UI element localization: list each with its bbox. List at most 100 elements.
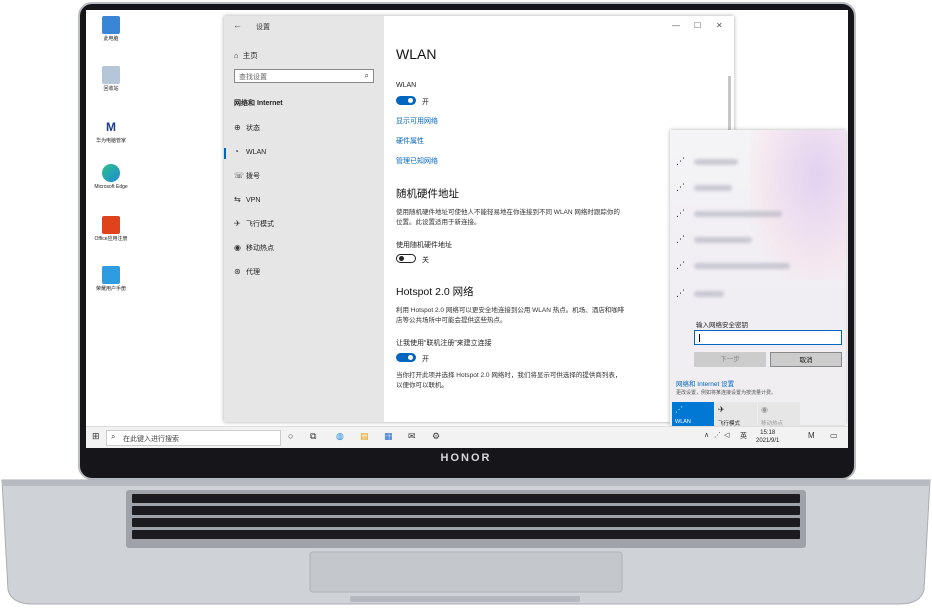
wifi-icon: ⋰ [676, 182, 685, 192]
clock[interactable]: 15:18 2021/9/1 [756, 429, 779, 445]
screen: 此电脑 回收站 M 华为电脑管家 Microsoft Edge Office应用… [86, 10, 848, 448]
desktop-icon-office[interactable]: Office应用注册 [92, 216, 130, 242]
network-item[interactable]: ⋰ [676, 256, 836, 278]
random-hw-toggle[interactable] [396, 254, 416, 263]
wlan-toggle-state: 开 [422, 99, 429, 106]
link-manage-known-networks[interactable]: 管理已知网络 [396, 156, 438, 166]
cancel-button[interactable]: 取消 [770, 352, 842, 367]
task-view-icon[interactable]: ⧉ [310, 431, 316, 442]
link-show-networks[interactable]: 显示可用网络 [396, 116, 438, 126]
random-hw-label: 使用随机硬件地址 [396, 242, 452, 249]
window-title: 设置 [256, 24, 270, 31]
wifi-icon: ⋰ [676, 260, 685, 270]
wifi-icon: ⋰ [676, 234, 685, 244]
network-item[interactable]: ⋰ [676, 230, 836, 252]
nav-selection-indicator [224, 148, 226, 159]
desktop-icon-this-pc[interactable]: 此电脑 [92, 16, 130, 42]
nav-item-dialup[interactable]: ☏ 拨号 [234, 171, 379, 185]
close-button[interactable]: ✕ [716, 21, 723, 30]
vpn-icon: ⇆ [234, 195, 241, 204]
dialup-icon: ☏ [234, 171, 245, 180]
nav-item-airplane[interactable]: ✈ 飞行模式 [234, 219, 379, 233]
security-key-input[interactable] [694, 330, 842, 345]
nav-home[interactable]: ⌂ 主页 [234, 50, 258, 61]
hotspot-label: 让我使用“联机注册”来建立连接 [396, 340, 492, 347]
cortana-icon[interactable]: ○ [288, 431, 293, 441]
desktop-icon-recycle-bin[interactable]: 回收站 [92, 66, 130, 92]
desktop-icon-edge[interactable]: Microsoft Edge [92, 164, 130, 190]
taskbar-search[interactable]: ⌕ 在此键入进行搜索 [106, 430, 281, 446]
brand-logo: HONOR [440, 452, 492, 464]
network-flyout: ⋰ ⋰ ⋰ ⋰ ⋰ ⋰ 输入网络安全密钥 下一步 取消 网络和 Internet… [670, 130, 846, 436]
status-icon: ⊕ [234, 123, 241, 132]
nav-item-status[interactable]: ⊕ 状态 [234, 123, 379, 137]
network-settings-sub: 更改设置，例如将某连接设置为按流量计费。 [676, 390, 777, 396]
computer-icon [102, 16, 120, 34]
hotspot-toggle[interactable] [396, 353, 416, 362]
search-icon: ⌕ [364, 71, 369, 80]
nav-item-proxy[interactable]: ⊛ 代理 [234, 267, 379, 281]
section-title: 网络和 Internet [234, 100, 283, 107]
link-hardware-properties[interactable]: 硬件属性 [396, 136, 424, 146]
edge-taskbar-icon[interactable]: ◍ [336, 431, 344, 442]
random-hw-state: 关 [422, 257, 429, 264]
wlan-label: WLAN [396, 82, 417, 89]
hotspot-note: 当你打开此项并选择 Hotspot 2.0 网络时，我们将显示可供选择的提供商列… [396, 372, 622, 389]
wifi-icon: ⋰ [675, 405, 683, 414]
globe-icon: ⊛ [234, 267, 241, 276]
wlan-toggle[interactable] [396, 96, 416, 105]
random-hw-desc: 使用随机硬件地址可使他人不能轻易地在你连接到不同 WLAN 网络时跟踪你的位置。… [396, 209, 620, 226]
office-icon [102, 216, 120, 234]
recycle-bin-icon [102, 66, 120, 84]
nav-item-wlan[interactable]: ◔ WLAN [224, 147, 379, 161]
airplane-icon: ✈ [718, 405, 725, 414]
store-icon[interactable]: ▦ [384, 431, 393, 442]
tray-chevron-icon[interactable]: ∧ [704, 431, 709, 439]
hotspot-toggle-state: 开 [422, 356, 429, 363]
back-arrow-icon[interactable]: ← [233, 20, 242, 30]
network-item[interactable]: ⋰ [676, 152, 836, 174]
ime-indicator[interactable]: 英 [740, 431, 747, 441]
network-settings-link[interactable]: 网络和 Internet 设置 [676, 378, 734, 388]
maximize-button[interactable]: ☐ [694, 21, 701, 30]
hotspot-icon: ◉ [761, 405, 768, 414]
settings-nav-pane: ← 设置 ⌂ 主页 查找设置 ⌕ 网络和 Internet ⊕ 状态 ◔ WLAN … [224, 16, 384, 422]
nav-item-vpn[interactable]: ⇆ VPN [234, 195, 379, 209]
wifi-icon: ◔ [234, 147, 239, 156]
search-icon: ⌕ [111, 432, 116, 441]
random-hw-title: 随机硬件地址 [396, 188, 459, 200]
explorer-icon[interactable]: ▤ [360, 431, 369, 442]
laptop-base [1, 479, 931, 605]
wifi-icon: ⋰ [676, 156, 685, 166]
nav-item-hotspot[interactable]: ◉ 移动热点 [234, 243, 379, 257]
settings-icon[interactable]: ⚙ [432, 431, 440, 442]
hotspot-icon: ◉ [234, 243, 241, 252]
taskbar: ⊞ ⌕ 在此键入进行搜索 ○ ⧉ ◍ ▤ ▦ ✉ ⚙ ∧ ⋰ ◁ 英 15:18… [86, 426, 848, 448]
wifi-icon: ⋰ [676, 208, 685, 218]
volume-icon[interactable]: ◁ [724, 431, 729, 439]
settings-search-input[interactable]: 查找设置 ⌕ [234, 69, 374, 83]
pc-manager-tray-icon[interactable]: M [808, 431, 815, 440]
edge-icon [102, 164, 120, 182]
security-key-label: 输入网络安全密钥 [696, 322, 748, 329]
next-button[interactable]: 下一步 [694, 352, 766, 367]
network-item[interactable]: ⋰ [676, 178, 836, 200]
hotspot-title: Hotspot 2.0 网络 [396, 286, 474, 298]
minimize-button[interactable]: — [672, 21, 680, 30]
pc-manager-icon: M [102, 118, 120, 136]
wifi-icon: ⋰ [676, 288, 685, 298]
page-title: WLAN [396, 46, 437, 62]
settings-window: ← 设置 ⌂ 主页 查找设置 ⌕ 网络和 Internet ⊕ 状态 ◔ WLAN … [224, 16, 734, 422]
mail-icon[interactable]: ✉ [408, 431, 416, 442]
desktop-icon-pc-manager[interactable]: M 华为电脑管家 [92, 118, 130, 144]
network-item[interactable]: ⋰ [676, 204, 836, 226]
wifi-tray-icon[interactable]: ⋰ [714, 431, 721, 439]
network-item-selected[interactable]: ⋰ [676, 284, 836, 306]
notification-icon[interactable]: ▭ [830, 431, 838, 440]
airplane-icon: ✈ [234, 219, 241, 228]
hotspot-desc: 利用 Hotspot 2.0 网络可以更安全地连接到公用 WLAN 热点。机场、… [396, 307, 625, 324]
desktop-icon-manual[interactable]: 荣耀用户手册 [92, 266, 130, 292]
manual-icon [102, 266, 120, 284]
home-icon: ⌂ [234, 51, 239, 60]
start-button[interactable]: ⊞ [92, 431, 100, 442]
